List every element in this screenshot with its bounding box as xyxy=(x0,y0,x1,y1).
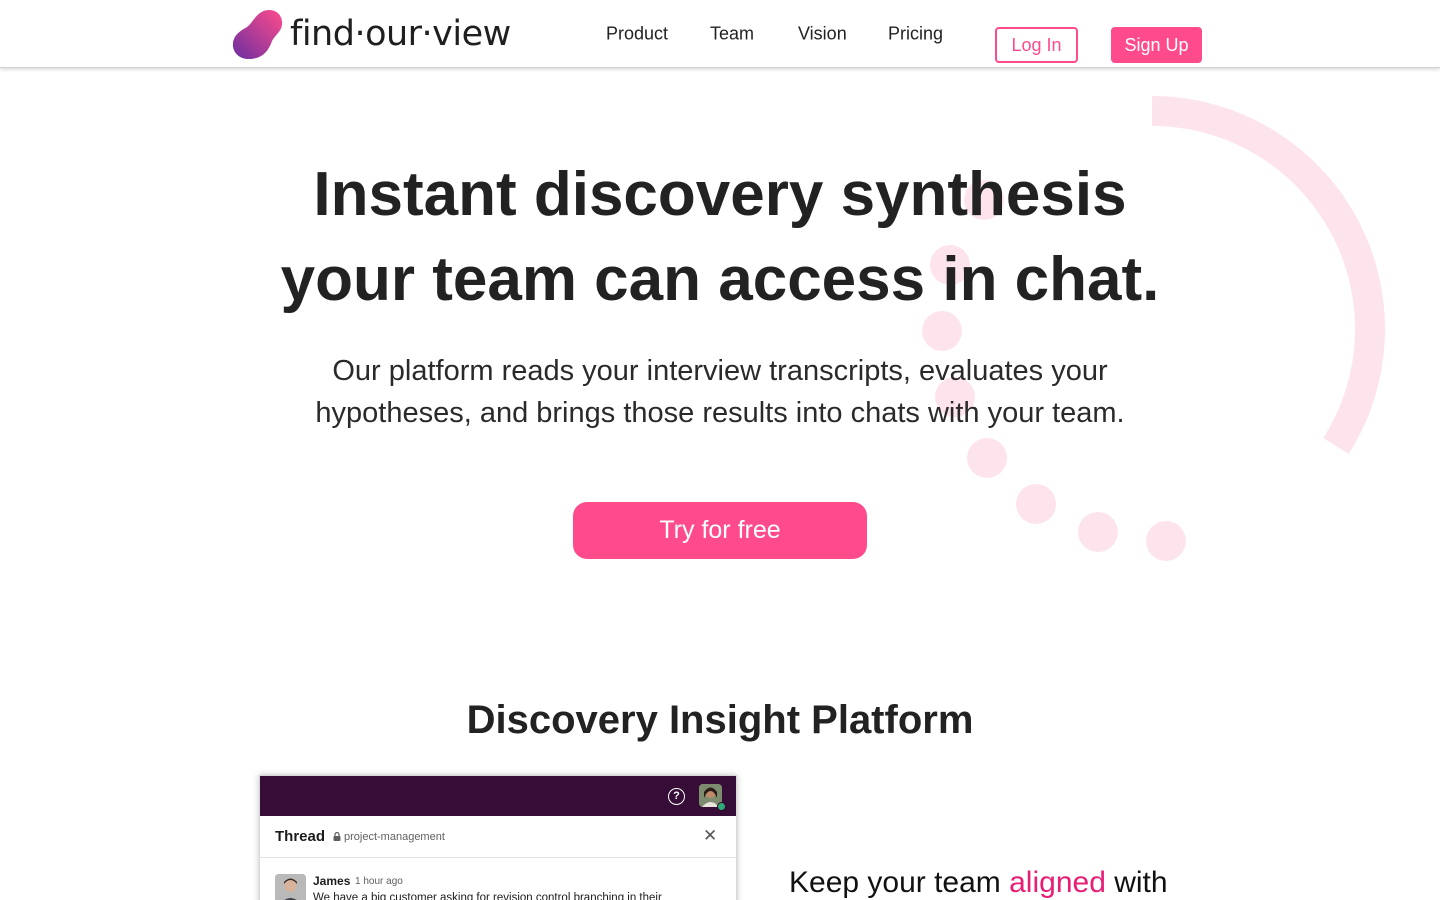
message-text: We have a big customer asking for revisi… xyxy=(313,892,662,900)
nav-vision[interactable]: Vision xyxy=(798,24,847,45)
site-header: find·our·view Product Team Vision Pricin… xyxy=(0,0,1440,68)
message-avatar xyxy=(275,874,306,900)
logo[interactable]: find·our·view xyxy=(232,8,511,60)
login-button[interactable]: Log In xyxy=(995,27,1078,63)
hero-title-line-2: your team can access in chat. xyxy=(280,245,1160,314)
nav-team[interactable]: Team xyxy=(710,24,754,45)
feature-text-after: with xyxy=(1105,866,1168,899)
thread-header: Thread project-management ✕ xyxy=(260,816,736,858)
feature-text-accent: aligned xyxy=(1009,866,1106,899)
close-icon: ✕ xyxy=(703,826,718,845)
logo-mark-icon xyxy=(232,10,283,59)
thread-title: Thread xyxy=(275,828,326,845)
avatar xyxy=(699,784,726,811)
try-for-free-button[interactable]: Try for free xyxy=(573,502,867,559)
hero-subtitle: Our platform reads your interview transc… xyxy=(260,350,1180,434)
section-title: Discovery Insight Platform xyxy=(466,698,974,742)
logo-text: find·our·view xyxy=(290,13,511,54)
message-time: 1 hour ago xyxy=(355,876,403,887)
hero-subtitle-line-1: Our platform reads your interview transc… xyxy=(332,355,1108,387)
chat-top-bar: ? xyxy=(260,776,736,816)
online-status-icon xyxy=(717,802,726,811)
feature-text-before: Keep your team xyxy=(789,866,1010,899)
message-author: James xyxy=(313,874,351,888)
lock-icon xyxy=(333,832,341,841)
nav-product[interactable]: Product xyxy=(606,24,668,45)
channel-name: project-management xyxy=(344,831,445,843)
hero-title-line-1: Instant discovery synthesis xyxy=(313,160,1127,229)
feature-heading: Keep your team aligned with xyxy=(789,866,1168,900)
chat-mock-screenshot: ? Thread project-management ✕ James 1 ho… xyxy=(259,775,737,900)
signup-button[interactable]: Sign Up xyxy=(1111,27,1202,63)
help-icon: ? xyxy=(668,788,685,805)
hero-title: Instant discovery synthesis your team ca… xyxy=(220,152,1220,322)
hero-subtitle-line-2: hypotheses, and brings those results int… xyxy=(315,397,1125,429)
nav-pricing[interactable]: Pricing xyxy=(888,24,943,45)
